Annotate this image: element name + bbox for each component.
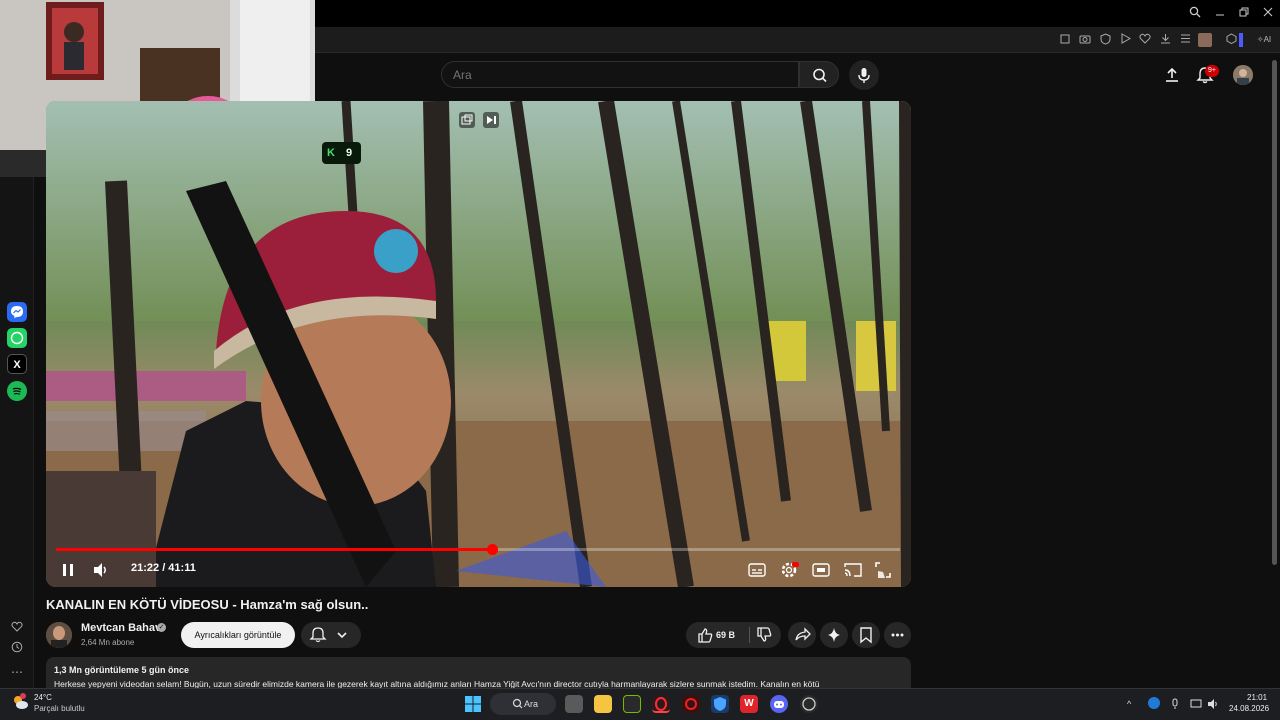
heart-icon[interactable] [1138, 33, 1152, 47]
weather-icon[interactable] [10, 692, 30, 712]
next-frame-icon[interactable] [483, 112, 499, 128]
tray-app-icon[interactable] [1148, 697, 1160, 709]
channel-avatar[interactable] [46, 622, 72, 648]
search-box[interactable] [441, 61, 799, 88]
search-icon[interactable] [1188, 6, 1202, 20]
share-button[interactable] [788, 622, 816, 648]
browser-sidebar: X ⋯ [0, 177, 34, 688]
close-icon[interactable] [1261, 6, 1275, 20]
pause-button[interactable] [58, 560, 78, 580]
play-icon[interactable] [1118, 33, 1132, 47]
taskbar-search-label: Ara [524, 699, 539, 709]
x-twitter-icon[interactable]: X [7, 354, 27, 374]
extension-icon[interactable] [1224, 33, 1238, 47]
mic-tray-icon[interactable] [1170, 697, 1180, 709]
edit-icon[interactable] [1058, 33, 1072, 47]
overlay-counter-badge: K 9 [322, 142, 361, 164]
settings-button[interactable] [779, 560, 799, 580]
like-count[interactable]: 69 B [716, 630, 735, 640]
clock-date[interactable]: 24.08.2026 [1229, 704, 1269, 713]
subscribe-notifications-button[interactable] [301, 622, 361, 648]
channel-name[interactable]: Mevtcan Bahav [81, 622, 161, 634]
like-dislike-group: 69 B [686, 622, 781, 648]
subtitles-button[interactable] [747, 560, 767, 580]
nvidia-icon[interactable] [623, 695, 641, 713]
windows-start-icon[interactable] [465, 696, 481, 712]
progress-fill [56, 548, 493, 551]
divider [749, 627, 750, 643]
more-icon [891, 633, 904, 637]
chevron-up-icon[interactable]: ^ [1127, 699, 1131, 709]
display-tray-icon[interactable] [1190, 697, 1202, 709]
notification-badge: 9+ [1205, 65, 1219, 77]
more-icon[interactable]: ⋯ [9, 664, 25, 680]
shield-app-icon[interactable] [711, 695, 729, 713]
k-icon: K [327, 147, 335, 159]
video-description[interactable]: 1,3 Mn görüntüleme 5 gün önce Herkese ye… [46, 657, 911, 688]
ask-ai-button[interactable] [820, 622, 848, 648]
clock-time[interactable]: 21:01 [1247, 693, 1267, 702]
steam-icon[interactable] [800, 695, 818, 713]
upload-icon[interactable] [1163, 66, 1181, 84]
whatsapp-icon[interactable] [7, 328, 27, 348]
miniplayer-icon[interactable] [459, 112, 475, 128]
weather-temperature: 24°C [34, 693, 52, 702]
weather-description: Parçalı bulutlu [34, 704, 85, 713]
description-meta: 1,3 Mn görüntüleme 5 gün önce [54, 665, 190, 675]
sparkle-icon [828, 628, 840, 642]
theater-mode-button[interactable] [811, 560, 831, 580]
save-button[interactable] [852, 622, 880, 648]
shield-icon[interactable] [1098, 33, 1112, 47]
spotify-icon[interactable] [7, 381, 27, 401]
gear-icon [781, 562, 799, 578]
dislike-icon[interactable] [755, 626, 773, 644]
camera-icon[interactable] [1078, 33, 1092, 47]
file-explorer-icon[interactable] [594, 695, 612, 713]
messenger-icon[interactable] [7, 302, 27, 322]
video-player[interactable]: K 9 [46, 101, 911, 587]
taskbar-search[interactable] [490, 693, 556, 715]
video-title: KANALIN EN KÖTÜ VİDEOSU - Hamza'm sağ ol… [46, 597, 369, 612]
time-display: 21:22 / 41:11 [131, 562, 196, 574]
ai-icon[interactable]: ✧AI [1254, 33, 1274, 47]
profile-icon[interactable] [1198, 33, 1212, 47]
scrollbar-thumb[interactable] [1272, 60, 1277, 565]
description-text: Herkese yepyeni videodan selam! Bugün, u… [54, 679, 820, 688]
opera-gx-icon[interactable] [652, 695, 670, 713]
more-actions-button[interactable] [884, 622, 911, 648]
volume-tray-icon[interactable] [1207, 697, 1219, 709]
accent-bar-icon [1239, 33, 1243, 47]
search-input[interactable] [442, 62, 798, 87]
membership-button[interactable]: Ayrıcalıkları görüntüle [181, 622, 295, 648]
verified-icon: ✓ [157, 623, 166, 632]
avatar[interactable] [1233, 65, 1253, 85]
task-view-icon[interactable] [565, 695, 583, 713]
volume-button[interactable] [91, 560, 111, 580]
download-icon[interactable] [1158, 33, 1172, 47]
microphone-icon [858, 68, 870, 83]
discord-icon[interactable] [770, 695, 788, 713]
subscriber-count: 2,64 Mn abone [81, 638, 135, 647]
wps-icon[interactable]: W [740, 695, 758, 713]
minimize-icon[interactable] [1213, 6, 1227, 20]
like-icon[interactable] [696, 626, 714, 644]
cast-button[interactable] [843, 560, 863, 580]
restore-icon[interactable] [1237, 6, 1251, 20]
search-button[interactable] [799, 61, 839, 88]
heart-outline-icon[interactable] [9, 620, 25, 636]
voice-search-button[interactable] [849, 60, 879, 90]
fullscreen-button[interactable] [873, 560, 893, 580]
history-icon[interactable] [9, 641, 25, 657]
menu-icon[interactable] [1178, 33, 1192, 47]
red-app-icon[interactable] [682, 695, 700, 713]
bookmark-icon [860, 627, 872, 644]
